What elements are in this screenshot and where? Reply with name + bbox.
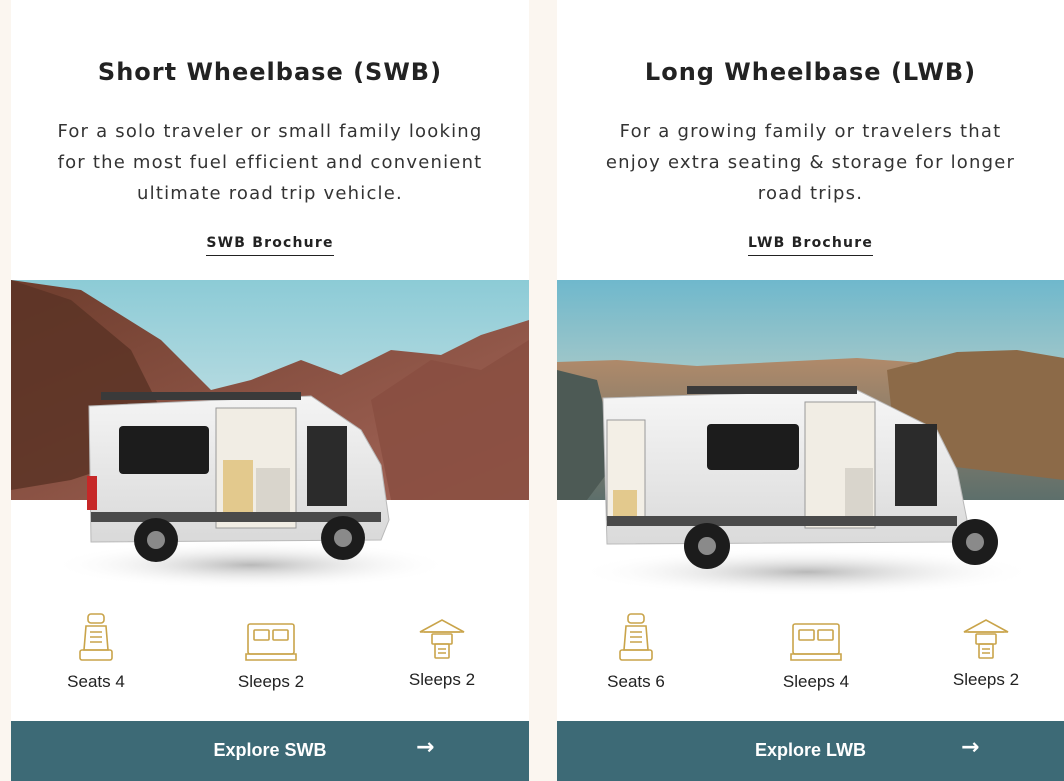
brochure-link-wrap: LWB Brochure [557, 232, 1064, 256]
feature-label: Sleeps 2 [237, 672, 305, 691]
feature-label: Seats 6 [607, 672, 665, 691]
lwb-brochure-link[interactable]: LWB Brochure [747, 235, 874, 256]
bed-icon [245, 623, 297, 661]
feature-seats: Seats 4 [31, 612, 161, 692]
feature-sleeps-tent: Sleeps 2 [921, 612, 1051, 690]
feature-sleeps-bed: Sleeps 2 [206, 612, 336, 692]
rooftop-tent-icon [419, 619, 465, 659]
swb-van-image [11, 280, 529, 605]
lwb-van-image [557, 280, 1064, 605]
feature-seats: Seats 6 [571, 612, 701, 692]
seat-icon [79, 613, 113, 661]
feature-label: Sleeps 4 [782, 672, 850, 691]
card-description: For a solo traveler or small family look… [57, 121, 483, 204]
cta-label: Explore SWB [213, 740, 327, 760]
swb-card: Short Wheelbase (SWB) For a solo travele… [11, 12, 529, 781]
explore-lwb-button[interactable]: Explore LWB → [557, 721, 1064, 781]
lwb-card: Long Wheelbase (LWB) For a growing famil… [557, 12, 1064, 781]
feature-sleeps-bed: Sleeps 4 [751, 612, 881, 692]
feature-sleeps-tent: Sleeps 2 [377, 612, 507, 690]
feature-label: Sleeps 2 [408, 670, 476, 689]
arrow-right-icon: → [416, 735, 435, 760]
page-background-strip [529, 0, 557, 781]
brochure-link-wrap: SWB Brochure [11, 232, 529, 256]
explore-swb-button[interactable]: Explore SWB → [11, 721, 529, 781]
arrow-right-icon: → [961, 735, 980, 760]
bed-icon [790, 623, 842, 661]
seat-icon [619, 613, 653, 661]
rooftop-tent-icon [963, 619, 1009, 659]
page-background-strip [0, 0, 11, 781]
feature-label: Sleeps 2 [952, 670, 1020, 689]
card-title: Short Wheelbase (SWB) [97, 58, 443, 86]
swb-brochure-link[interactable]: SWB Brochure [206, 235, 334, 256]
card-description: For a growing family or travelers that e… [605, 121, 1016, 204]
feature-label: Seats 4 [67, 672, 125, 691]
card-title: Long Wheelbase (LWB) [644, 58, 977, 86]
cta-label: Explore LWB [754, 740, 866, 760]
